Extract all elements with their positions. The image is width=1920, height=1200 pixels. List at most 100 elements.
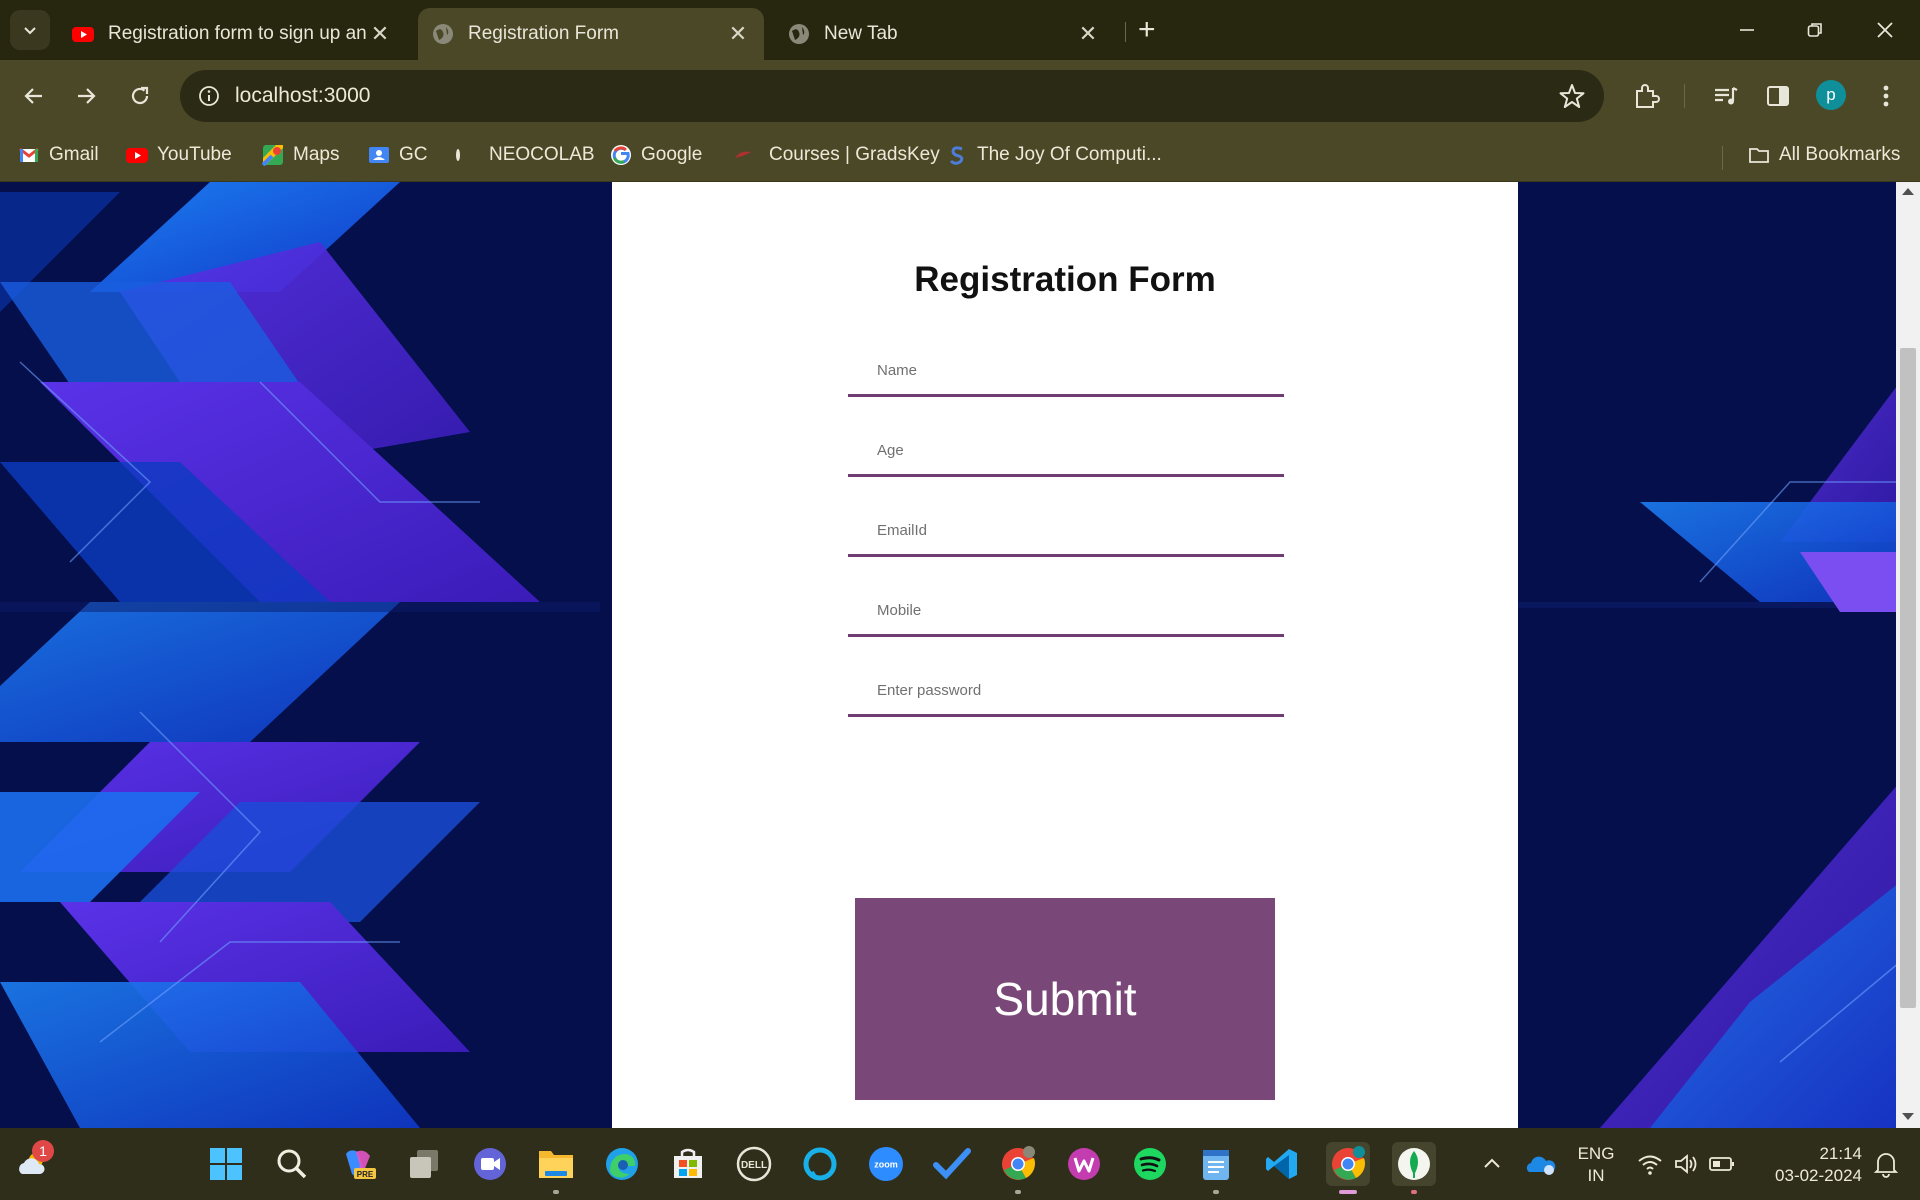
notepad-icon: [1203, 1150, 1229, 1180]
bookmark-gc[interactable]: GC: [368, 144, 428, 166]
tray-onedrive[interactable]: [1518, 1142, 1562, 1186]
tab-new-tab[interactable]: New Tab ✕: [774, 8, 1114, 60]
new-tab-button[interactable]: +: [1138, 14, 1156, 46]
youtube-icon: [72, 27, 94, 42]
site-info-icon[interactable]: [192, 79, 226, 113]
taskbar-todo[interactable]: [930, 1142, 974, 1186]
bookmark-maps[interactable]: Maps: [262, 144, 339, 166]
copilot-icon: PRE: [346, 1150, 376, 1179]
profile-avatar[interactable]: p: [1816, 80, 1846, 110]
taskbar-search[interactable]: [270, 1142, 314, 1186]
close-tab-icon[interactable]: ✕: [368, 21, 392, 47]
scroll-thumb[interactable]: [1900, 348, 1916, 1008]
windows-taskbar: PRE DELL zoom ENG IN 21:14 03-02-2024: [0, 1128, 1920, 1200]
close-window-button[interactable]: [1860, 10, 1910, 50]
taskbar-teams-meet[interactable]: [468, 1142, 512, 1186]
bookmark-neocolab[interactable]: NEOCOLAB: [452, 144, 595, 166]
todo-check-icon: [933, 1148, 971, 1180]
taskbar-copilot[interactable]: PRE: [336, 1142, 380, 1186]
page-viewport: Registration Form Submit: [0, 182, 1920, 1128]
weather-badge: 1: [32, 1140, 54, 1162]
taskbar-chrome-active[interactable]: [1326, 1142, 1370, 1194]
taskbar-notepad[interactable]: [1194, 1142, 1238, 1194]
bookmark-label: Google: [641, 144, 703, 165]
tab-search-button[interactable]: [10, 10, 50, 50]
bookmark-gradskey[interactable]: Courses | GradsKey: [732, 144, 940, 166]
taskbar-store[interactable]: [666, 1142, 710, 1186]
page-scrollbar[interactable]: [1896, 182, 1920, 1128]
all-bookmarks-button[interactable]: All Bookmarks: [1748, 144, 1900, 166]
bookmark-label: NEOCOLAB: [489, 144, 595, 165]
taskbar-mongodb[interactable]: [1392, 1142, 1436, 1194]
dell-label: DELL: [741, 1160, 767, 1171]
restore-button[interactable]: [1790, 10, 1840, 50]
taskbar-task-view[interactable]: [402, 1142, 446, 1186]
bookmark-swayam[interactable]: The Joy Of Computi...: [946, 144, 1162, 166]
neocolab-icon: [456, 149, 460, 161]
extensions-icon[interactable]: [1628, 78, 1664, 114]
bookmark-youtube[interactable]: YouTube: [126, 144, 232, 166]
tab-registration-form[interactable]: Registration Form ✕: [418, 8, 764, 60]
taskbar-wps[interactable]: [1062, 1142, 1106, 1186]
onedrive-cloud-icon: [1526, 1156, 1556, 1175]
taskbar-file-explorer[interactable]: [534, 1142, 578, 1194]
arrow-left-icon: [24, 88, 42, 104]
forward-button[interactable]: [64, 74, 108, 118]
task-view-icon: [410, 1150, 438, 1178]
side-panel-icon[interactable]: [1760, 78, 1796, 114]
taskbar-vscode[interactable]: [1260, 1142, 1304, 1186]
windows-start-icon: [210, 1148, 242, 1180]
chrome-icon: [1332, 1146, 1366, 1180]
minimize-button[interactable]: [1722, 10, 1772, 50]
close-tab-icon[interactable]: ✕: [726, 21, 750, 47]
bookmark-google[interactable]: Google: [610, 144, 702, 166]
taskbar-zoom[interactable]: zoom: [864, 1142, 908, 1186]
zoom-label: zoom: [874, 1160, 898, 1170]
bookmark-label: Maps: [293, 144, 340, 165]
taskbar-dell[interactable]: DELL: [732, 1142, 776, 1186]
taskbar-edge[interactable]: [600, 1142, 644, 1186]
bookmark-star-icon[interactable]: [1558, 82, 1586, 115]
close-tab-icon[interactable]: ✕: [1076, 21, 1100, 47]
tray-overflow-button[interactable]: [1470, 1142, 1514, 1186]
globe-icon: [789, 24, 809, 44]
name-input[interactable]: [848, 347, 1284, 397]
store-icon: [674, 1148, 702, 1178]
scroll-up-arrow-icon[interactable]: [1902, 188, 1914, 195]
language-indicator[interactable]: ENG IN: [1568, 1143, 1624, 1187]
close-icon: [1877, 22, 1893, 38]
age-input[interactable]: [848, 427, 1284, 477]
chevron-down-icon: [24, 27, 36, 35]
tab-title: Registration form to sign up an: [108, 23, 367, 44]
media-control-icon[interactable]: [1708, 78, 1744, 114]
start-button[interactable]: [204, 1142, 248, 1186]
bookmark-label: The Joy Of Computi...: [977, 144, 1162, 165]
browser-toolbar: localhost:3000 p: [0, 60, 1920, 132]
scroll-down-arrow-icon[interactable]: [1902, 1113, 1914, 1120]
taskbar-chrome-1[interactable]: [996, 1142, 1040, 1194]
clock[interactable]: 21:14 03-02-2024: [1752, 1143, 1862, 1187]
chevron-up-icon: [1484, 1158, 1500, 1168]
running-indicator: [1213, 1190, 1219, 1194]
globe-icon: [433, 24, 453, 44]
back-button[interactable]: [12, 74, 56, 118]
tray-battery[interactable]: [1700, 1142, 1744, 1186]
maps-icon: [262, 145, 283, 166]
more-menu-icon[interactable]: [1868, 78, 1904, 114]
mobile-input[interactable]: [848, 587, 1284, 637]
address-bar[interactable]: localhost:3000: [180, 70, 1604, 122]
youtube-icon: [126, 148, 148, 163]
gradskey-icon: [735, 151, 751, 158]
tab-youtube[interactable]: Registration form to sign up an ✕: [58, 8, 406, 60]
taskbar-alexa[interactable]: [798, 1142, 842, 1186]
password-input[interactable]: [848, 667, 1284, 717]
reload-button[interactable]: [118, 74, 162, 118]
taskbar-spotify[interactable]: [1128, 1142, 1172, 1186]
email-input[interactable]: [848, 507, 1284, 557]
mongodb-leaf-icon: [1398, 1148, 1430, 1180]
alexa-icon: [803, 1147, 837, 1181]
gmail-icon: [19, 147, 39, 162]
submit-button[interactable]: Submit: [855, 898, 1275, 1100]
bookmark-gmail[interactable]: Gmail: [18, 144, 99, 166]
notification-center-button[interactable]: [1864, 1142, 1908, 1186]
